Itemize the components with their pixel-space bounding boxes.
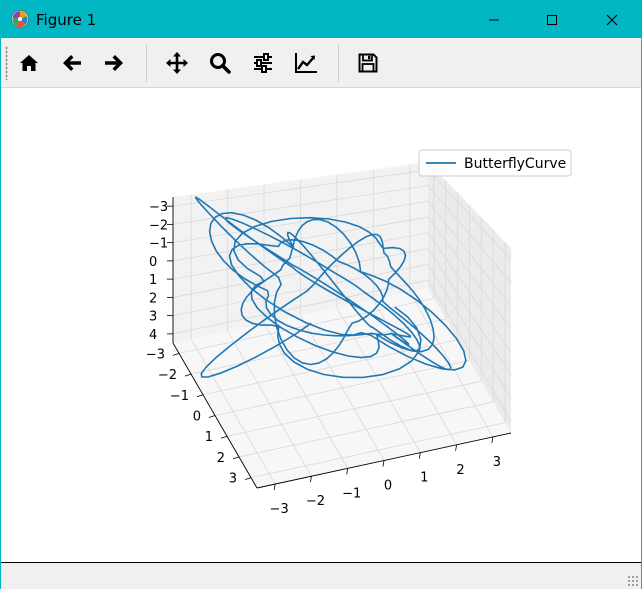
tick-mark (208, 415, 216, 418)
y-tick-label: 3 (229, 472, 237, 487)
toolbar-separator (338, 44, 339, 82)
z-tick-label: −3 (149, 200, 168, 215)
y-tick-label: −2 (158, 368, 177, 383)
z-tick-label: 2 (149, 291, 157, 306)
legend: ButterflyCurve (418, 149, 572, 177)
pan-button[interactable] (161, 47, 193, 79)
arrow-left-icon (63, 55, 81, 71)
figure-canvas[interactable]: −3 −2 −1 0 1 2 3 −3 −2 −1 0 1 2 3 −3 −2 −1 0 1 2 3 4 Butterfl… (1, 88, 641, 562)
x-tick-label: −1 (342, 486, 361, 501)
axes-panes (173, 162, 511, 488)
navigation-toolbar (1, 38, 641, 88)
maximize-button[interactable] (529, 1, 575, 38)
magnifier-icon (210, 53, 231, 74)
zoom-button[interactable] (204, 47, 236, 79)
tick-mark (196, 394, 204, 398)
subplots-button[interactable] (247, 47, 279, 79)
y-tick-label: 0 (193, 410, 201, 425)
status-bar (1, 562, 641, 589)
x-tick-label: 3 (493, 455, 501, 470)
tick-mark (455, 444, 457, 451)
z-tick-label: −1 (149, 237, 168, 252)
y-tick-label: 1 (205, 430, 213, 445)
minimize-button[interactable] (471, 1, 517, 38)
forward-button[interactable] (98, 47, 130, 79)
z-tick-label: −2 (149, 218, 168, 233)
toolbar-grip[interactable] (5, 46, 8, 80)
x-tick-label: −3 (270, 502, 289, 517)
tick-mark (418, 452, 421, 459)
tick-mark (220, 435, 228, 439)
x-tick-label: −2 (306, 494, 325, 509)
z-tick-label: 3 (149, 310, 157, 325)
legend-label: ButterflyCurve (464, 156, 566, 172)
tick-mark (310, 476, 312, 483)
arrow-right-icon (105, 55, 123, 71)
home-icon (20, 55, 38, 71)
x-tick-label: 2 (456, 463, 464, 478)
toolbar-separator (146, 44, 147, 82)
plot-3d[interactable]: −3−2−10123−3−2−10123−3−2−101234 Butterfl… (1, 88, 641, 562)
save-button[interactable] (352, 47, 384, 79)
matplotlib-logo-icon (11, 10, 29, 28)
move-icon (166, 52, 188, 74)
floppy-disk-icon (358, 53, 378, 73)
close-button[interactable] (589, 1, 635, 38)
y-tick-label: 2 (217, 451, 225, 466)
tick-mark (244, 477, 252, 481)
tick-mark (273, 484, 276, 491)
resize-grip-icon[interactable] (627, 575, 639, 587)
tick-mark (382, 460, 385, 467)
x-tick-label: 0 (384, 479, 392, 494)
x-tick-label: 1 (420, 471, 428, 486)
title-bar[interactable]: Figure 1 (1, 1, 641, 38)
edit-axes-button[interactable] (290, 47, 322, 79)
tick-mark (232, 456, 240, 460)
window-title: Figure 1 (36, 11, 97, 29)
home-button[interactable] (13, 47, 45, 79)
tick-mark (491, 436, 494, 443)
sliders-icon (254, 53, 272, 73)
z-tick-label: 0 (149, 255, 157, 270)
minimize-icon (489, 19, 499, 20)
close-icon (606, 14, 618, 25)
z-tick-label: 4 (149, 328, 157, 343)
z-tick-label: 1 (149, 273, 157, 288)
tick-mark (184, 373, 192, 377)
tick-mark (172, 352, 180, 356)
tick-mark (346, 468, 349, 475)
chart-line-icon (295, 53, 317, 73)
y-tick-label: −1 (170, 389, 189, 404)
figure-window: Figure 1 −3 −2 −1 0 1 2 3 −3 −2 −1 0 1 2… (0, 0, 642, 589)
back-button[interactable] (56, 47, 88, 79)
y-tick-label: −3 (146, 347, 165, 362)
maximize-icon (547, 14, 557, 25)
